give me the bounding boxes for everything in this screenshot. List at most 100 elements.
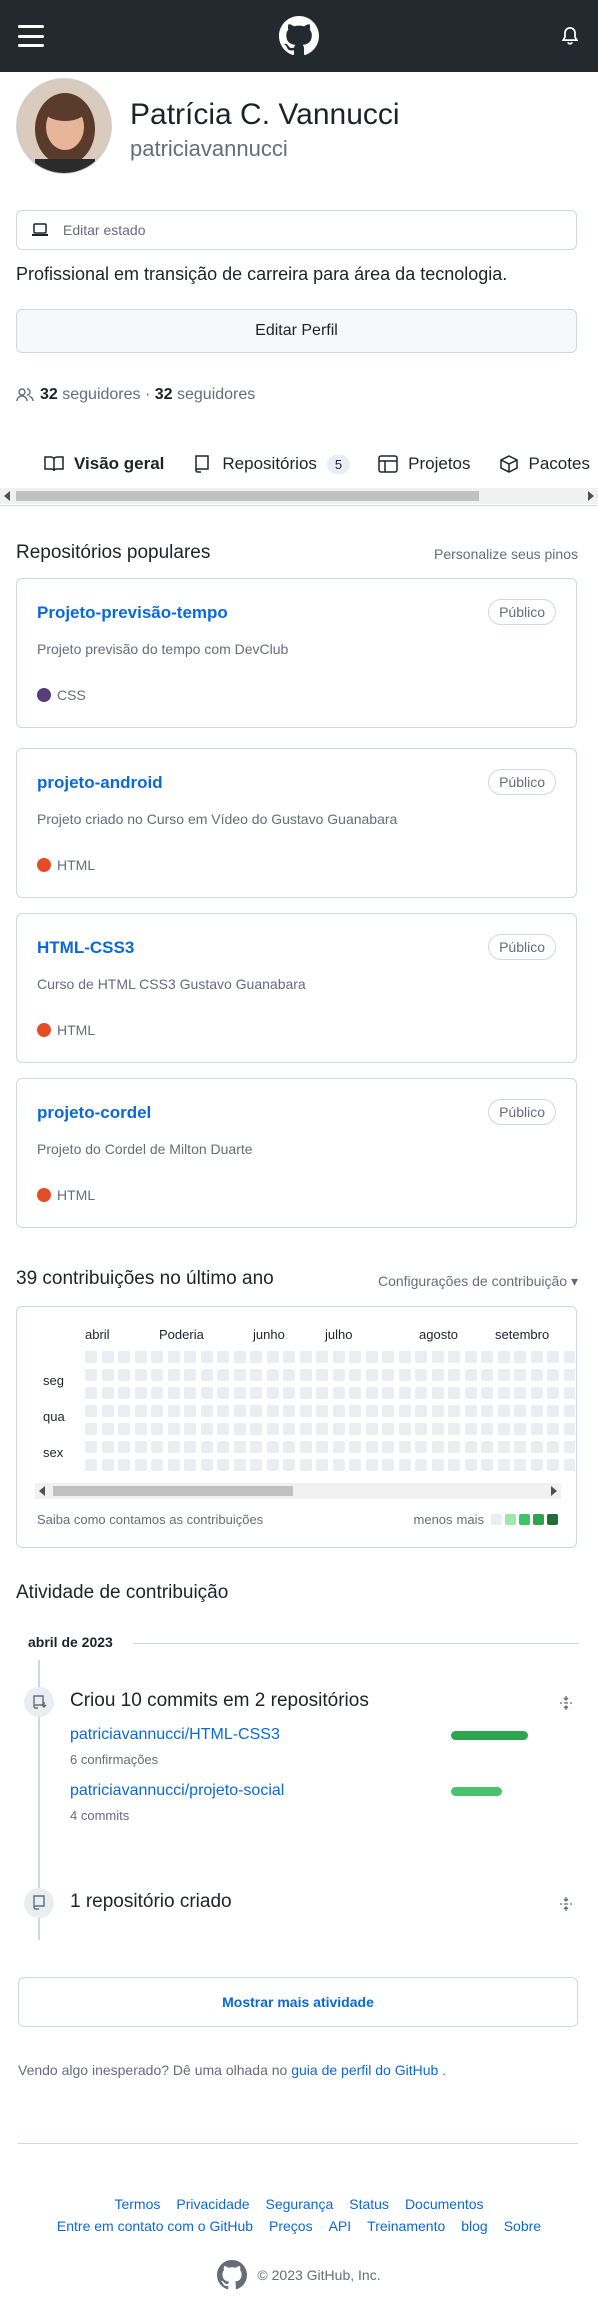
contribution-day[interactable]	[547, 1351, 559, 1363]
activity-repo-commits[interactable]: 4 commits	[70, 1808, 129, 1823]
repo-name-link[interactable]: projeto-android	[37, 773, 163, 793]
scroll-left-icon[interactable]	[4, 491, 10, 501]
contribution-day[interactable]	[118, 1351, 130, 1363]
contribution-day[interactable]	[398, 1369, 411, 1381]
contribution-day[interactable]	[134, 1423, 147, 1435]
contribution-day[interactable]	[101, 1351, 114, 1363]
contribution-day[interactable]	[365, 1405, 378, 1417]
github-logo-icon[interactable]	[217, 2260, 248, 2290]
contribution-day[interactable]	[316, 1351, 328, 1363]
show-more-activity-button[interactable]: Mostrar mais atividade	[18, 1977, 578, 2027]
contribution-day[interactable]	[530, 1369, 543, 1381]
contribution-day[interactable]	[349, 1441, 361, 1453]
contribution-day[interactable]	[431, 1351, 444, 1363]
contribution-day[interactable]	[398, 1441, 411, 1453]
contribution-day[interactable]	[266, 1369, 279, 1381]
contribution-day[interactable]	[332, 1351, 345, 1363]
contribution-day[interactable]	[167, 1423, 180, 1435]
contribution-day[interactable]	[200, 1441, 213, 1453]
contribution-day[interactable]	[134, 1441, 147, 1453]
contribution-day[interactable]	[415, 1441, 427, 1453]
contribution-day[interactable]	[167, 1387, 180, 1399]
contribution-day[interactable]	[481, 1459, 493, 1471]
contribution-day[interactable]	[283, 1441, 295, 1453]
contribution-day[interactable]	[167, 1405, 180, 1417]
scrollbar-thumb[interactable]	[53, 1486, 293, 1496]
contribution-day[interactable]	[415, 1387, 427, 1399]
contribution-day[interactable]	[299, 1405, 312, 1417]
contribution-day[interactable]	[415, 1369, 427, 1381]
contribution-day[interactable]	[266, 1423, 279, 1435]
contribution-day[interactable]	[481, 1387, 493, 1399]
contribution-day[interactable]	[299, 1369, 312, 1381]
contribution-day[interactable]	[365, 1423, 378, 1435]
contribution-day[interactable]	[332, 1405, 345, 1417]
contribution-day[interactable]	[299, 1423, 312, 1435]
footer-link[interactable]: Status	[349, 2196, 389, 2212]
contribution-day[interactable]	[332, 1387, 345, 1399]
contribution-day[interactable]	[299, 1351, 312, 1363]
contribution-day[interactable]	[200, 1369, 213, 1381]
contribution-day[interactable]	[134, 1387, 147, 1399]
contribution-day[interactable]	[118, 1369, 130, 1381]
contribution-day[interactable]	[415, 1459, 427, 1471]
contribution-day[interactable]	[134, 1459, 147, 1471]
contribution-day[interactable]	[415, 1405, 427, 1417]
contribution-day[interactable]	[481, 1423, 493, 1435]
following-count[interactable]: 32	[155, 386, 173, 404]
footer-link[interactable]: Documentos	[405, 2196, 484, 2212]
contribution-day[interactable]	[266, 1387, 279, 1399]
contribution-day[interactable]	[398, 1387, 411, 1399]
contribution-day[interactable]	[118, 1441, 130, 1453]
contribution-day[interactable]	[349, 1459, 361, 1471]
contribution-day[interactable]	[497, 1459, 510, 1471]
contribution-day[interactable]	[563, 1369, 575, 1381]
contribution-day[interactable]	[184, 1387, 196, 1399]
footer-link[interactable]: Entre em contato com o GitHub	[57, 2218, 253, 2234]
tab-packages[interactable]: Pacotes	[499, 454, 590, 474]
contribution-day[interactable]	[101, 1459, 114, 1471]
contribution-day[interactable]	[233, 1387, 246, 1399]
contribution-settings-dropdown[interactable]: Configurações de contribuição ▾	[378, 1273, 578, 1290]
contribution-day[interactable]	[530, 1351, 543, 1363]
repo-name-link[interactable]: HTML-CSS3	[37, 938, 134, 958]
edit-profile-button[interactable]: Editar Perfil	[16, 309, 577, 353]
contribution-day[interactable]	[431, 1423, 444, 1435]
contribution-day[interactable]	[250, 1459, 262, 1471]
contribution-day[interactable]	[464, 1351, 477, 1363]
contribution-day[interactable]	[382, 1405, 394, 1417]
contribution-day[interactable]	[316, 1387, 328, 1399]
contribution-day[interactable]	[316, 1441, 328, 1453]
contribution-day[interactable]	[563, 1459, 575, 1471]
contribution-day[interactable]	[283, 1387, 295, 1399]
scroll-right-icon[interactable]	[588, 491, 594, 501]
contribution-day[interactable]	[382, 1351, 394, 1363]
contribution-day[interactable]	[134, 1369, 147, 1381]
footer-link[interactable]: Treinamento	[367, 2218, 445, 2234]
contribution-day[interactable]	[497, 1423, 510, 1435]
contribution-day[interactable]	[547, 1441, 559, 1453]
contribution-day[interactable]	[382, 1441, 394, 1453]
contribution-day[interactable]	[547, 1387, 559, 1399]
contribution-day[interactable]	[151, 1441, 163, 1453]
contribution-day[interactable]	[547, 1369, 559, 1381]
contribution-day[interactable]	[250, 1423, 262, 1435]
contribution-day[interactable]	[283, 1405, 295, 1417]
contribution-day[interactable]	[85, 1459, 97, 1471]
contribution-day[interactable]	[464, 1441, 477, 1453]
learn-contributions-link[interactable]: Saiba como contamos as contribuições	[37, 1512, 263, 1527]
contribution-day[interactable]	[85, 1351, 97, 1363]
contribution-day[interactable]	[563, 1405, 575, 1417]
contribution-day[interactable]	[530, 1441, 543, 1453]
contribution-day[interactable]	[184, 1405, 196, 1417]
contribution-day[interactable]	[514, 1423, 526, 1435]
contribution-day[interactable]	[481, 1369, 493, 1381]
contribution-day[interactable]	[365, 1387, 378, 1399]
contribution-day[interactable]	[151, 1351, 163, 1363]
contribution-day[interactable]	[563, 1441, 575, 1453]
contribution-day[interactable]	[349, 1423, 361, 1435]
contribution-day[interactable]	[497, 1351, 510, 1363]
contribution-day[interactable]	[283, 1459, 295, 1471]
contribution-day[interactable]	[151, 1459, 163, 1471]
customize-pins-link[interactable]: Personalize seus pinos	[434, 546, 578, 562]
